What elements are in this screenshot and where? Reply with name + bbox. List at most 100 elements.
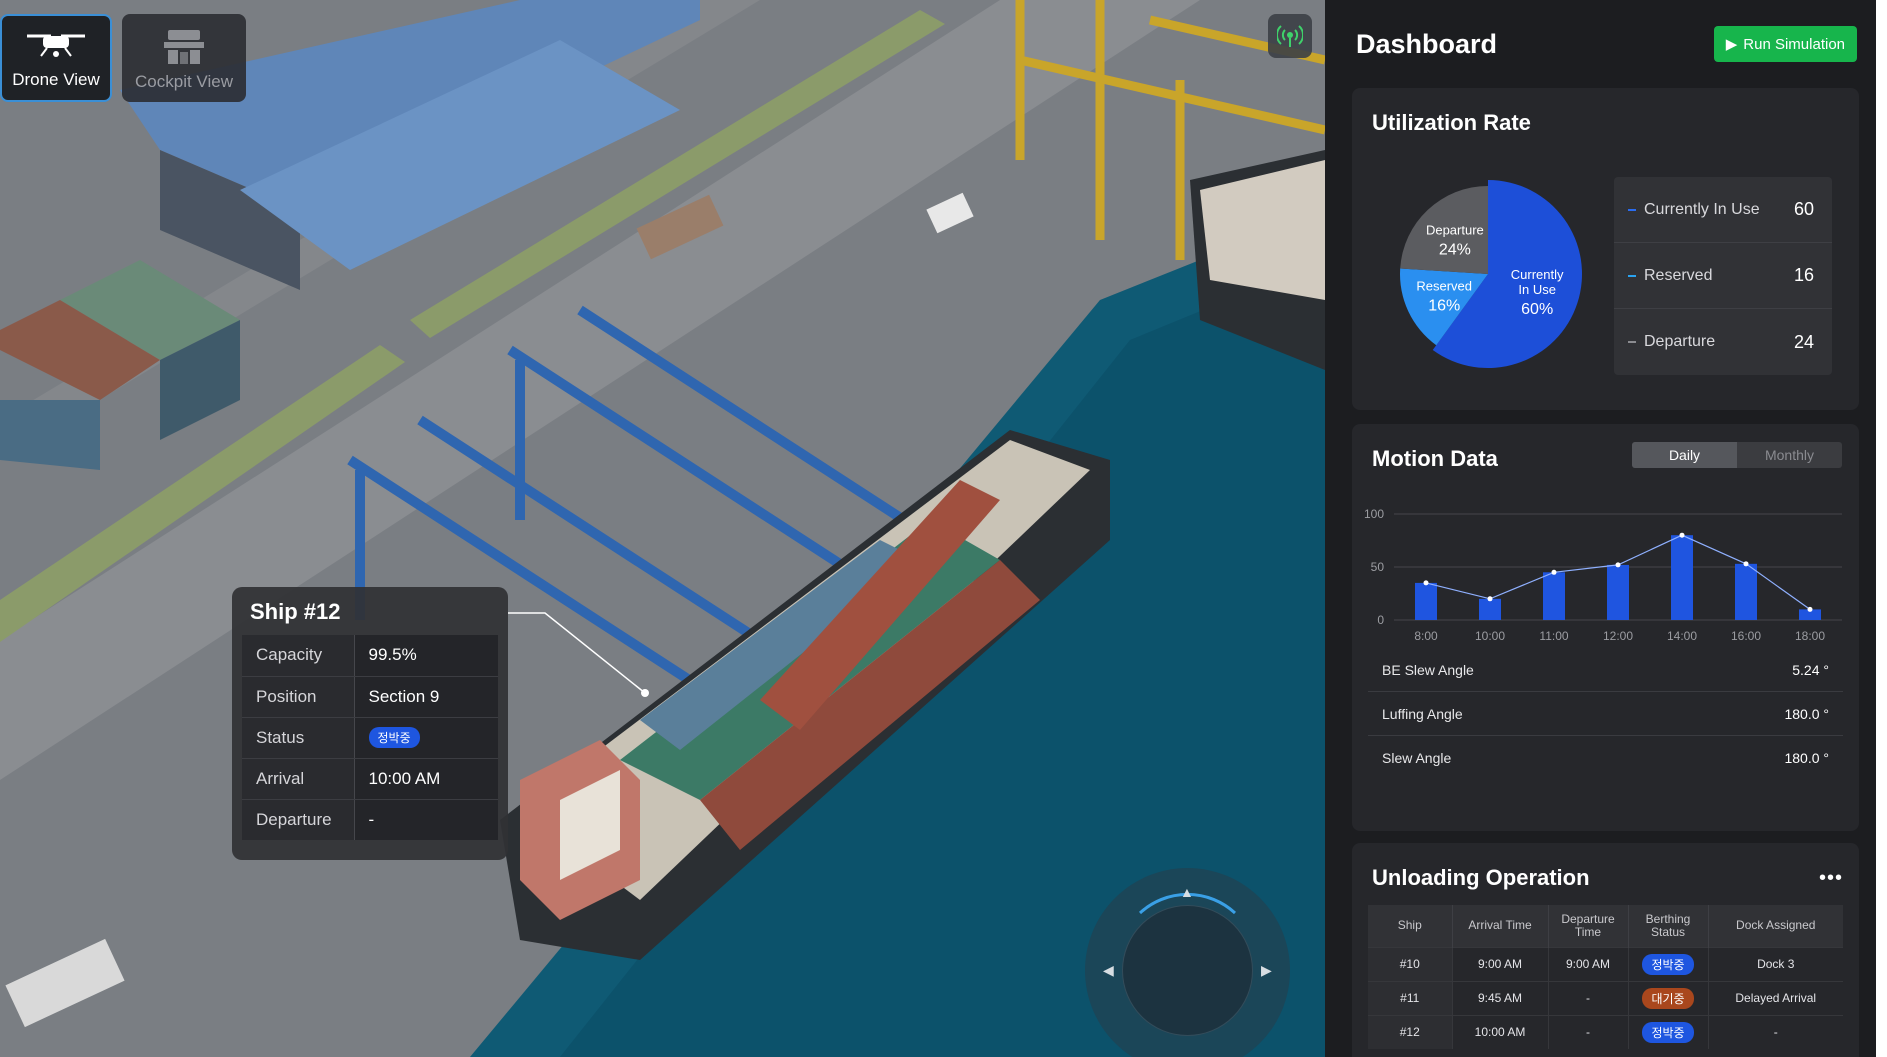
bar	[1543, 572, 1565, 620]
table-row[interactable]: #10 9:00 AM 9:00 AM 정박중 Dock 3	[1368, 946, 1843, 981]
legend-item-reserved: Reserved 16	[1614, 243, 1832, 309]
arrow-left-icon[interactable]: ◀	[1103, 962, 1114, 979]
cell-status: 정박중	[1628, 1014, 1709, 1049]
signal-icon	[1277, 25, 1303, 47]
port-3d-scene[interactable]: Drone View Cockpit View Ship #12 Capacit…	[0, 0, 1325, 1057]
pie-slice-percent: 16%	[1428, 298, 1460, 315]
legend-swatch	[1628, 341, 1636, 343]
pie-slice-label: Currently	[1511, 267, 1564, 282]
column-header: Ship	[1368, 905, 1453, 947]
legend-item-departure: Departure 24	[1614, 309, 1832, 375]
arrow-right-icon[interactable]: ▶	[1261, 962, 1272, 979]
ship-info-row: Position Section 9	[242, 676, 498, 718]
pie-slice-label: In Use	[1518, 282, 1556, 297]
ship-info-key: Departure	[242, 799, 355, 840]
x-tick-label: 11:00	[1539, 629, 1568, 643]
drone-icon	[27, 34, 85, 57]
pie-slice-percent: 24%	[1439, 242, 1471, 259]
metric-label: Slew Angle	[1382, 750, 1452, 766]
trend-point	[1679, 532, 1685, 538]
drone-view-button[interactable]: Drone View	[0, 14, 112, 102]
cell-dock: Dock 3	[1708, 946, 1843, 981]
y-tick-label: 50	[1371, 560, 1385, 574]
cockpit-view-label: Cockpit View	[135, 72, 233, 91]
metric-value: 180.0 °	[1784, 705, 1829, 722]
bar	[1415, 582, 1437, 620]
cell-departure: -	[1548, 1014, 1629, 1049]
x-tick-label: 14:00	[1667, 629, 1697, 643]
run-simulation-button[interactable]: ▶ Run Simulation	[1713, 26, 1857, 62]
cell-ship: #11	[1368, 980, 1453, 1015]
cockpit-view-button[interactable]: Cockpit View	[122, 14, 246, 102]
y-tick-label: 100	[1364, 507, 1384, 521]
unloading-panel: Unloading Operation ••• Ship Arrival Tim…	[1352, 843, 1859, 1057]
signal-button[interactable]	[1268, 14, 1312, 58]
table-row[interactable]: #12 10:00 AM - 정박중 -	[1368, 1014, 1843, 1049]
column-header: Arrival Time	[1452, 905, 1549, 947]
legend-value: 60	[1793, 199, 1814, 219]
ship-info-value: 99.5%	[354, 635, 498, 677]
x-tick-label: 10:00	[1475, 629, 1505, 643]
motion-data-panel: Motion Data Daily Monthly 0 50 100 8:00 10:0…	[1352, 424, 1859, 831]
table-row[interactable]: #11 9:45 AM - 대기중 Delayed Arrival	[1368, 980, 1843, 1015]
arrow-up-icon[interactable]: ▲	[1180, 884, 1194, 900]
utilization-panel: Utilization Rate Currently In Use 60% Reser…	[1352, 88, 1859, 410]
column-header: Dock Assigned	[1708, 905, 1843, 947]
pie-slice-percent: 60%	[1521, 301, 1553, 318]
tab-daily[interactable]: Daily	[1632, 442, 1737, 468]
view-switch: Drone View Cockpit View	[0, 14, 246, 102]
cell-departure: 9:00 AM	[1548, 946, 1629, 981]
table-header-row: Ship Arrival Time Departure Time Berthin…	[1368, 905, 1843, 947]
metric-row-luffing: Luffing Angle 180.0 °	[1368, 692, 1843, 736]
cell-dock: -	[1708, 1014, 1843, 1049]
x-tick-label: 16:00	[1731, 629, 1761, 643]
cell-arrival: 9:45 AM	[1452, 980, 1549, 1015]
legend-value: 16	[1793, 265, 1814, 285]
ship-info-key: Status	[242, 717, 355, 759]
status-badge: 정박중	[1642, 1021, 1694, 1043]
period-toggle: Daily Monthly	[1632, 442, 1842, 468]
ship-info-table: Capacity 99.5% Position Section 9 Status…	[242, 635, 498, 840]
play-icon: ▶	[1725, 36, 1738, 53]
utilization-legend: Currently In Use 60 Reserved 16 Departur…	[1614, 177, 1832, 375]
metric-value: 180.0 °	[1784, 750, 1829, 766]
metric-row-slew: Slew Angle 180.0 °	[1368, 736, 1843, 780]
tab-monthly[interactable]: Monthly	[1737, 442, 1842, 468]
trend-point	[1743, 561, 1749, 567]
bar	[1671, 535, 1693, 620]
utilization-pie-chart: CurrentlyIn Use 60% Reserved 16% Departure 24…	[1400, 180, 1582, 368]
metric-label: BE Slew Angle	[1382, 661, 1474, 678]
legend-swatch	[1628, 274, 1636, 277]
legend-label: Departure	[1644, 333, 1716, 350]
motion-bar-chart: 0 50 100 8:00 10:00 11:00 12:00 14:00 16:00 18:00	[1364, 507, 1842, 643]
bar	[1607, 564, 1629, 620]
motion-title: Motion Data	[1372, 446, 1498, 471]
unloading-table: Ship Arrival Time Departure Time Berthin…	[1368, 905, 1843, 1049]
cell-status: 정박중	[1628, 946, 1709, 981]
unloading-title: Unloading Operation	[1372, 865, 1590, 890]
status-badge: 정박중	[368, 727, 420, 748]
drone-view-label: Drone View	[12, 70, 100, 89]
trend-point	[1807, 606, 1813, 612]
cell-departure: -	[1548, 980, 1629, 1015]
more-horizontal-icon[interactable]: •••	[1819, 867, 1843, 890]
legend-label: Currently In Use	[1644, 200, 1760, 218]
ship-card-title: Ship #12	[250, 599, 341, 624]
joystick-knob[interactable]	[1122, 905, 1253, 1036]
metric-label: Luffing Angle	[1382, 705, 1463, 722]
status-badge: 대기중	[1642, 987, 1694, 1009]
x-tick-label: 12:00	[1603, 629, 1633, 643]
bar	[1479, 598, 1501, 620]
trend-point	[1615, 562, 1621, 568]
ship-info-value: -	[354, 799, 498, 840]
pie-slice-label: Departure	[1426, 223, 1484, 238]
ship-info-row: Departure -	[242, 799, 498, 840]
ship-info-value: 정박중	[354, 717, 498, 759]
column-header: Berthing Status	[1628, 905, 1709, 947]
trend-point	[1423, 580, 1429, 586]
camera-joystick[interactable]: ▲ ◀ ▶	[1085, 868, 1290, 1057]
legend-swatch	[1628, 208, 1636, 211]
x-tick-label: 8:00	[1414, 629, 1438, 643]
y-tick-label: 0	[1377, 613, 1384, 627]
metric-value: 5.24 °	[1792, 661, 1829, 678]
